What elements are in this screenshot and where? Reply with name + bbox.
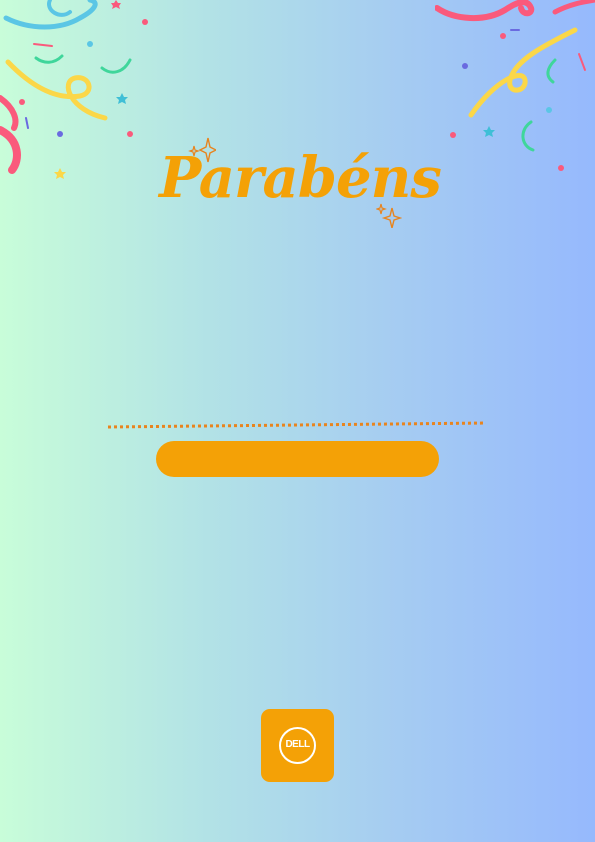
dell-logo: DELL	[261, 709, 334, 782]
title-block: Parabéns	[150, 128, 450, 238]
greeting-card: Parabéns DELL	[0, 0, 595, 842]
dell-logo-icon: DELL	[279, 727, 316, 764]
sparkle-icon	[376, 203, 402, 228]
confetti-right-icon	[435, 0, 595, 171]
confetti-left-icon	[0, 0, 148, 179]
card-title: Parabéns	[159, 145, 442, 211]
dell-logo-text: DELL	[285, 739, 310, 750]
subtitle-bar	[156, 441, 439, 477]
name-dotted-line	[107, 421, 487, 429]
